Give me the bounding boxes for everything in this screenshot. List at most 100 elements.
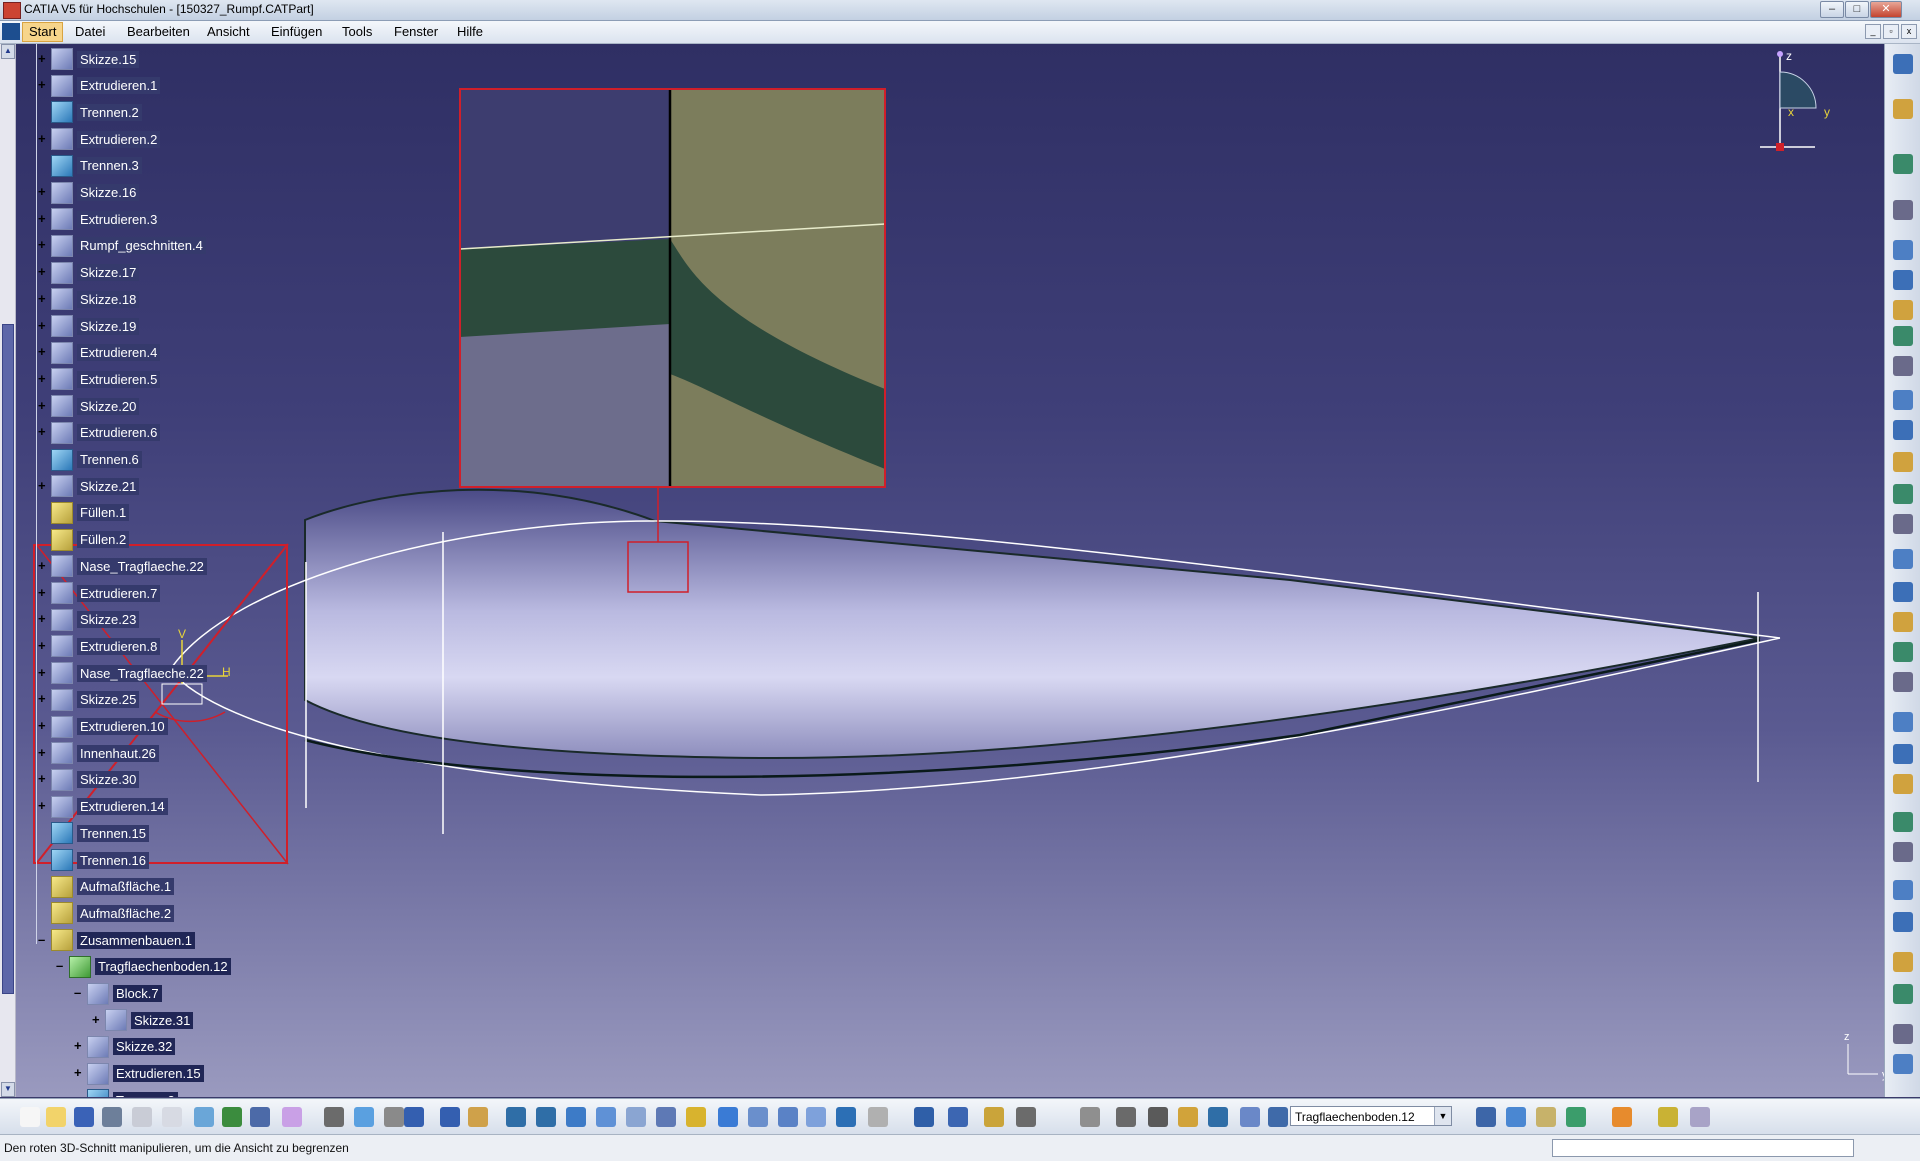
toolbar-icon[interactable] [1893,99,1913,119]
tree-item[interactable]: + Innenhaut.26 [38,742,159,765]
tree-expand-toggle[interactable]: + [38,719,49,732]
tree-expand-toggle[interactable]: + [38,292,49,305]
tree-scrollbar[interactable]: ▲ ▼ [0,44,16,1097]
toolbar-icon[interactable] [1566,1107,1586,1127]
tree-item[interactable]: + Skizze.16 [38,181,140,204]
toolbar-icon[interactable] [1893,812,1913,832]
mdi-minimize-button[interactable]: _ [1865,24,1881,39]
toolbar-icon[interactable] [1893,642,1913,662]
toolbar-icon[interactable] [1506,1107,1526,1127]
toolbar-icon[interactable] [1893,842,1913,862]
menu-bearbeiten[interactable]: Bearbeiten [127,24,190,39]
tree-expand-toggle[interactable]: + [38,372,49,385]
command-input[interactable] [1552,1139,1854,1157]
tree-item[interactable]: Trennen.2 [38,101,142,124]
tree-expand-toggle[interactable]: + [38,666,49,679]
toolbar-icon[interactable] [1893,744,1913,764]
tree-item[interactable]: + Extrudieren.1 [38,74,161,97]
toolbar-icon[interactable] [324,1107,344,1127]
tree-item[interactable]: + Skizze.30 [38,768,140,791]
toolbar-icon[interactable] [718,1107,738,1127]
mdi-close-button[interactable]: x [1901,24,1917,39]
toolbar-icon[interactable] [1893,1054,1913,1074]
toolbar-icon[interactable] [1476,1107,1496,1127]
tree-item[interactable]: + Extrudieren.5 [38,368,161,391]
toolbar-icon[interactable] [1240,1107,1260,1127]
toolbar-icon[interactable] [1148,1107,1168,1127]
tree-item[interactable]: + Nase_Tragflaeche.22 [38,555,207,578]
tree-expand-toggle[interactable]: + [38,425,49,438]
toolbar-icon[interactable] [132,1107,152,1127]
maximize-button[interactable]: □ [1845,1,1869,18]
catia-logo-icon[interactable] [2,23,20,40]
toolbar-icon[interactable] [194,1107,214,1127]
tree-expand-toggle[interactable]: + [38,586,49,599]
tree-item[interactable]: + Skizze.20 [38,395,140,418]
toolbar-icon[interactable] [656,1107,676,1127]
tree-item[interactable]: + Skizze.18 [38,288,140,311]
tree-expand-toggle[interactable]: – [74,986,85,999]
tree-item[interactable]: Aufmaßfläche.1 [38,875,175,898]
toolbar-icon[interactable] [1893,270,1913,290]
tree-expand-toggle[interactable]: + [38,639,49,652]
toolbar-icon[interactable] [440,1107,460,1127]
toolbar-icon[interactable] [74,1107,94,1127]
toolbar-icon[interactable] [1893,356,1913,376]
toolbar-icon[interactable] [1893,240,1913,260]
toolbar-icon[interactable] [778,1107,798,1127]
toolbar-icon[interactable] [686,1107,706,1127]
tree-item[interactable]: + Skizze.15 [38,48,140,70]
toolbar-icon[interactable] [748,1107,768,1127]
tree-expand-toggle[interactable]: + [38,399,49,412]
toolbar-icon[interactable] [1893,484,1913,504]
tree-item[interactable]: Trennen.6 [38,448,142,471]
toolbar-icon[interactable] [1016,1107,1036,1127]
toolbar-icon[interactable] [250,1107,270,1127]
toolbar-icon[interactable] [1893,672,1913,692]
tree-item[interactable]: + Skizze.31 [92,1009,194,1032]
toolbar-icon[interactable] [836,1107,856,1127]
toolbar-icon[interactable] [1268,1107,1288,1127]
toolbar-icon[interactable] [1658,1107,1678,1127]
tree-expand-toggle[interactable]: + [38,78,49,91]
toolbar-icon[interactable] [1893,1024,1913,1044]
close-button[interactable]: ✕ [1870,1,1902,18]
tree-item[interactable]: Trennen.15 [38,822,150,845]
tree-expand-toggle[interactable]: – [56,959,67,972]
tree-item[interactable]: + Skizze.21 [38,475,140,498]
toolbar-icon[interactable] [1178,1107,1198,1127]
tree-item[interactable]: + Extrudieren.3 [38,208,161,231]
menu-ansicht[interactable]: Ansicht [207,24,250,39]
toolbar-icon[interactable] [404,1107,424,1127]
toolbar-icon[interactable] [1690,1107,1710,1127]
menu-hilfe[interactable]: Hilfe [457,24,483,39]
tree-item[interactable]: – Tragflaechenboden.12 [56,955,231,978]
tree-item[interactable]: + Skizze.17 [38,261,140,284]
toolbar-icon[interactable] [1893,712,1913,732]
tree-item[interactable]: Trennen.2 [74,1089,178,1097]
tree-expand-toggle[interactable]: + [38,265,49,278]
toolbar-icon[interactable] [914,1107,934,1127]
mdi-restore-button[interactable]: ▫ [1883,24,1899,39]
tree-item[interactable]: Trennen.16 [38,849,150,871]
tree-item[interactable]: + Extrudieren.2 [38,128,161,151]
tree-item[interactable]: + Extrudieren.6 [38,421,161,444]
toolbar-icon[interactable] [102,1107,122,1127]
tree-item[interactable]: Trennen.3 [38,154,142,177]
toolbar-icon[interactable] [354,1107,374,1127]
toolbar-icon[interactable] [282,1107,302,1127]
toolbar-icon[interactable] [1893,200,1913,220]
toolbar-icon[interactable] [46,1107,66,1127]
tree-expand-toggle[interactable]: + [38,479,49,492]
toolbar-icon[interactable] [984,1107,1004,1127]
tree-expand-toggle[interactable]: – [38,933,49,946]
tree-item[interactable]: + Extrudieren.7 [38,582,161,604]
tree-item[interactable]: + Extrudieren.15 [74,1062,204,1085]
toolbar-icon[interactable] [948,1107,968,1127]
toolbar-icon[interactable] [566,1107,586,1127]
menu-einfuegen[interactable]: Einfügen [271,24,322,39]
toolbar-icon[interactable] [596,1107,616,1127]
toolbar-icon[interactable] [1536,1107,1556,1127]
tree-item[interactable]: – Block.7 [74,982,162,1005]
toolbar-icon[interactable] [1893,984,1913,1004]
